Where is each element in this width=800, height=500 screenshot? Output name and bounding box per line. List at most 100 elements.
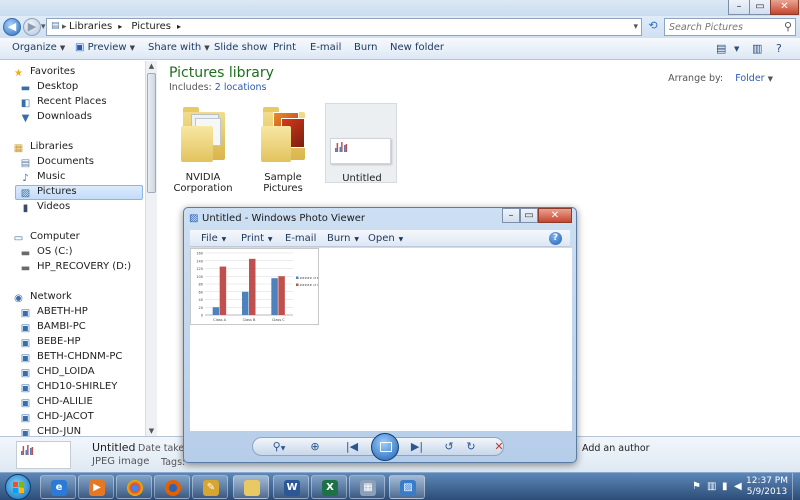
nav-item-hp-recovery[interactable]: ▬ HP_RECOVERY (D:) xyxy=(19,261,131,276)
breadcrumb-libraries[interactable]: Libraries xyxy=(69,21,112,32)
taskbar-explorer[interactable] xyxy=(233,475,269,499)
change-view-icon[interactable]: ▤ xyxy=(716,42,726,55)
taskbar-excel[interactable]: X xyxy=(311,475,347,499)
nav-computer[interactable]: ▭ Computer xyxy=(12,231,80,246)
taskbar-media-player[interactable]: ▶ xyxy=(78,475,114,499)
back-button[interactable]: ◀ xyxy=(3,18,21,36)
preview-pane-icon[interactable]: ▥ xyxy=(752,42,762,55)
delete-button[interactable]: ✕ xyxy=(492,438,506,455)
chevron-down-icon: ▼ xyxy=(266,236,273,243)
burn-button[interactable]: Burn xyxy=(354,42,377,53)
taskbar-calculator[interactable]: ▦ xyxy=(349,475,385,499)
start-button[interactable] xyxy=(5,474,31,500)
nav-item-network-pc[interactable]: ▣ BETH-CHDNM-PC xyxy=(19,351,123,366)
breadcrumb-pictures[interactable]: Pictures xyxy=(131,21,171,32)
print-button[interactable]: Print xyxy=(273,42,296,53)
tray-flag-icon[interactable]: ⚑ xyxy=(692,481,701,492)
zoom-button[interactable]: ⚲▼ xyxy=(268,438,290,455)
scroll-thumb[interactable] xyxy=(147,73,156,193)
nav-item-network-pc[interactable]: ▣ CHD-JACOT xyxy=(19,411,94,426)
file-untitled[interactable]: Untitled xyxy=(325,103,397,184)
taskbar-clock[interactable]: 12:37 PM 5/9/2013 xyxy=(745,476,789,498)
y-tick-label: 140 xyxy=(196,259,203,263)
nav-favorites[interactable]: ★ Favorites xyxy=(12,66,75,81)
pc-icon: ▣ xyxy=(20,323,31,334)
minimize-button[interactable]: – xyxy=(728,0,750,15)
media-player-icon: ▶ xyxy=(89,480,105,496)
email-button[interactable]: E-mail xyxy=(310,42,341,53)
pv-burn-menu[interactable]: Burn ▼ xyxy=(327,233,359,244)
nav-item-os-c[interactable]: ▬ OS (C:) xyxy=(19,246,73,261)
taskbar-chrome[interactable] xyxy=(116,475,152,499)
address-bar[interactable]: ▤ ▸ Libraries ▸ Pictures ▸ ▾ xyxy=(46,18,642,36)
preview-button[interactable]: ▣ Preview ▼ xyxy=(75,42,135,53)
locations-link[interactable]: 2 locations xyxy=(215,82,267,93)
taskbar-firefox[interactable] xyxy=(154,475,190,499)
help-icon[interactable]: ? xyxy=(776,42,782,55)
nav-item-desktop[interactable]: ▬ Desktop xyxy=(19,81,78,96)
nav-item-network-pc[interactable]: ▣ CHD-ALILIE xyxy=(19,396,93,411)
share-with-button[interactable]: Share with ▼ xyxy=(148,42,210,53)
tray-power-icon[interactable]: ▮ xyxy=(722,481,728,492)
pv-maximize-button[interactable]: ▭ xyxy=(520,208,538,223)
nav-item-label: CHD10-SHIRLEY xyxy=(37,381,118,392)
pv-file-menu[interactable]: File ▼ xyxy=(201,233,226,244)
maximize-icon: ▭ xyxy=(524,210,534,221)
previous-button[interactable]: |◀ xyxy=(337,438,367,455)
chevron-down-icon[interactable]: ▼ xyxy=(734,45,739,53)
tray-network-icon[interactable]: ▥ xyxy=(707,481,716,492)
nav-item-network-pc[interactable]: ▣ ABETH-HP xyxy=(19,306,88,321)
taskbar-photo-viewer[interactable]: ▨ xyxy=(389,475,425,499)
scroll-down-icon[interactable]: ▼ xyxy=(146,427,157,435)
nav-item-pictures[interactable]: ▨ Pictures xyxy=(15,185,143,200)
pv-help-icon[interactable]: ? xyxy=(549,232,562,245)
actual-size-button[interactable]: ⊕ xyxy=(308,438,322,455)
search-icon[interactable]: ⚲ xyxy=(784,20,792,33)
search-input[interactable] xyxy=(665,19,775,35)
pv-minimize-button[interactable]: – xyxy=(502,208,520,223)
nav-item-network-pc[interactable]: ▣ CHD_LOIDA xyxy=(19,366,95,381)
rotate-clockwise-button[interactable]: ↻ xyxy=(464,438,478,455)
nav-item-network-pc[interactable]: ▣ BEBE-HP xyxy=(19,336,81,351)
organize-button[interactable]: Organize ▼ xyxy=(12,42,65,53)
pv-open-menu[interactable]: Open ▼ xyxy=(368,233,403,244)
forward-button[interactable]: ▶ xyxy=(23,18,41,36)
add-author-field[interactable]: Add an author xyxy=(582,443,650,454)
nav-network[interactable]: ◉ Network xyxy=(12,291,72,306)
nav-item-videos[interactable]: ▮ Videos xyxy=(19,201,71,216)
pv-close-button[interactable]: ✕ xyxy=(538,208,572,223)
nav-libraries[interactable]: ▦ Libraries xyxy=(12,141,73,156)
arrange-dropdown[interactable]: Folder xyxy=(735,73,764,84)
new-folder-button[interactable]: New folder xyxy=(390,42,444,53)
pv-print-menu[interactable]: Print ▼ xyxy=(241,233,273,244)
folder-nvidia-corporation[interactable]: NVIDIA Corporation xyxy=(167,103,239,194)
refresh-button[interactable]: ⟲ xyxy=(645,19,661,35)
close-button[interactable]: ✕ xyxy=(770,0,799,15)
legend-label: ##### of Girls xyxy=(300,283,320,287)
nav-item-documents[interactable]: ▤ Documents xyxy=(19,156,94,171)
scroll-up-icon[interactable]: ▲ xyxy=(146,62,157,70)
maximize-button[interactable]: ▭ xyxy=(749,0,771,15)
nav-item-network-pc[interactable]: ▣ BAMBI-PC xyxy=(19,321,86,336)
slide-show-button[interactable]: Slide show xyxy=(214,42,267,53)
rotate-counterclockwise-button[interactable]: ↺ xyxy=(442,438,456,455)
nav-item-music[interactable]: ♪ Music xyxy=(19,171,65,186)
address-dropdown-icon[interactable]: ▾ xyxy=(633,22,638,32)
chevron-down-icon[interactable]: ▼ xyxy=(768,75,773,83)
taskbar-paint-app[interactable]: ✎ xyxy=(192,475,228,499)
taskbar-word[interactable]: W xyxy=(273,475,309,499)
nav-item-recent-places[interactable]: ◧ Recent Places xyxy=(19,96,107,111)
slide-show-button[interactable] xyxy=(371,433,399,461)
next-button[interactable]: ▶| xyxy=(402,438,432,455)
taskbar-internet-explorer[interactable]: e xyxy=(40,475,76,499)
nav-item-network-pc[interactable]: ▣ CHD10-SHIRLEY xyxy=(19,381,118,396)
nav-scrollbar[interactable]: ▲ ▼ xyxy=(145,61,157,436)
history-dropdown-icon[interactable]: ▾ xyxy=(41,22,46,32)
pc-icon: ▣ xyxy=(20,338,31,349)
tray-volume-icon[interactable]: ◀ xyxy=(734,481,742,492)
show-desktop-button[interactable] xyxy=(792,473,800,500)
nav-item-network-pc[interactable]: ▣ CHD-JUN xyxy=(19,426,81,436)
folder-sample-pictures[interactable]: Sample Pictures xyxy=(247,103,319,194)
nav-item-downloads[interactable]: ▼ Downloads xyxy=(19,111,92,126)
pv-email-button[interactable]: E-mail xyxy=(285,233,316,244)
